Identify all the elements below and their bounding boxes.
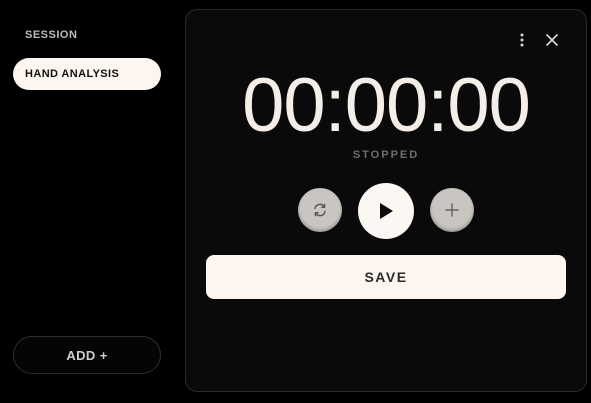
add-session-label: ADD +	[66, 347, 108, 363]
timer-app: SESSION HAND ANALYSIS ADD + 00:00:00 STO…	[0, 0, 591, 403]
sidebar-header: SESSION	[25, 29, 78, 41]
close-icon[interactable]	[542, 30, 562, 50]
play-icon	[380, 203, 393, 219]
time-display: 00:00:00	[242, 63, 531, 148]
save-button[interactable]: SAVE	[206, 255, 566, 299]
refresh-icon	[314, 203, 326, 217]
save-button-label: SAVE	[364, 269, 408, 285]
play-button[interactable]	[358, 183, 414, 239]
more-vertical-icon[interactable]	[512, 30, 532, 50]
reset-button[interactable]	[298, 188, 342, 232]
sidebar-item-label: HAND ANALYSIS	[25, 68, 120, 80]
timer-panel: 00:00:00 STOPPED SAVE	[185, 9, 587, 392]
plus-icon	[445, 203, 459, 217]
add-time-button[interactable]	[430, 188, 474, 232]
sidebar-item-hand-analysis[interactable]: HAND ANALYSIS	[13, 58, 161, 90]
status-label: STOPPED	[352, 149, 420, 161]
add-session-button[interactable]: ADD +	[13, 336, 161, 374]
